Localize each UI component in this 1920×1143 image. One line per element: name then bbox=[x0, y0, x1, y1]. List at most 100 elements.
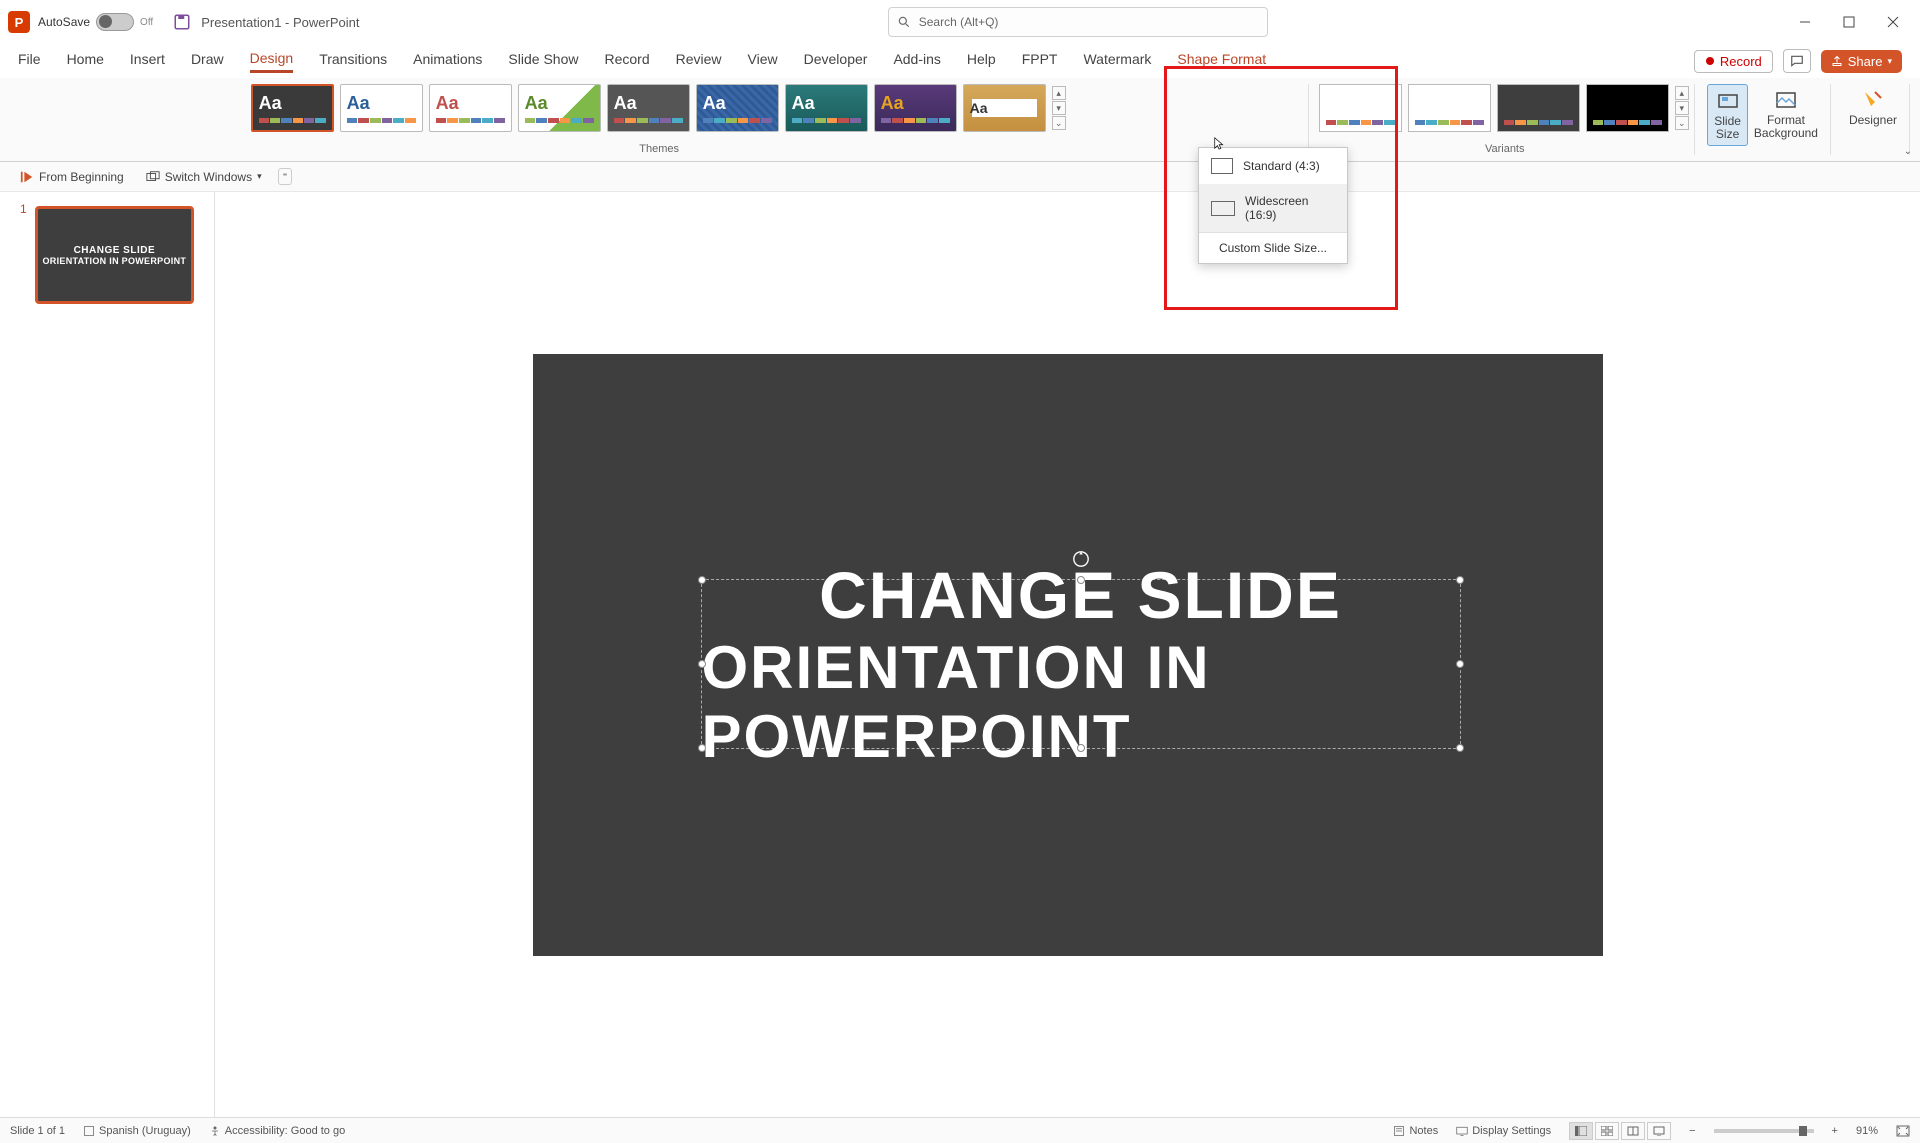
slide-thumbnail-1[interactable]: CHANGE SLIDE ORIENTATION IN POWERPOINT bbox=[35, 206, 194, 304]
slide-size-standard[interactable]: Standard (4:3) bbox=[1199, 148, 1347, 184]
slide-canvas[interactable]: CHANGE SLIDE ORIENTATION IN POWERPOINT bbox=[533, 354, 1603, 956]
slide-counter[interactable]: Slide 1 of 1 bbox=[10, 1125, 65, 1137]
save-icon[interactable] bbox=[173, 13, 191, 31]
search-input[interactable]: Search (Alt+Q) bbox=[888, 7, 1268, 37]
comments-button[interactable] bbox=[1783, 49, 1811, 73]
display-settings-button[interactable]: Display Settings bbox=[1456, 1125, 1551, 1137]
ribbon-collapse-icon[interactable]: ⌄ bbox=[1904, 146, 1912, 157]
tab-draw[interactable]: Draw bbox=[191, 51, 224, 71]
maximize-button[interactable] bbox=[1840, 13, 1858, 31]
record-button[interactable]: Record bbox=[1694, 50, 1773, 73]
tab-animations[interactable]: Animations bbox=[413, 51, 482, 71]
close-button[interactable] bbox=[1884, 13, 1902, 31]
variant-thumb-2[interactable] bbox=[1408, 84, 1491, 132]
tab-slideshow[interactable]: Slide Show bbox=[508, 51, 578, 71]
theme-thumb-office[interactable]: Aa bbox=[340, 84, 423, 132]
theme-thumb-teal[interactable]: Aa bbox=[785, 84, 868, 132]
tab-file[interactable]: File bbox=[18, 51, 41, 71]
tab-help[interactable]: Help bbox=[967, 51, 996, 71]
selection-handle[interactable] bbox=[1077, 744, 1085, 752]
tab-shape-format[interactable]: Shape Format bbox=[1177, 51, 1266, 71]
theme-thumb-green[interactable]: Aa bbox=[518, 84, 601, 132]
variant-thumb-1[interactable] bbox=[1319, 84, 1402, 132]
slide-size-button[interactable]: Slide Size bbox=[1707, 84, 1748, 146]
rotate-handle-icon[interactable] bbox=[1072, 550, 1090, 568]
qat-customize-button[interactable]: ⁼ bbox=[278, 168, 293, 185]
windows-icon bbox=[146, 170, 160, 184]
share-label: Share bbox=[1848, 54, 1883, 69]
variants-gallery-scroll[interactable]: ▴ ▾ ⌄ bbox=[1675, 84, 1691, 132]
accessibility-indicator[interactable]: Accessibility: Good to go bbox=[209, 1125, 345, 1137]
selection-handle[interactable] bbox=[1456, 744, 1464, 752]
autosave-control[interactable]: AutoSave Off bbox=[38, 13, 153, 31]
slide-canvas-area[interactable]: CHANGE SLIDE ORIENTATION IN POWERPOINT bbox=[215, 192, 1920, 1117]
slideshow-view-button[interactable] bbox=[1647, 1122, 1671, 1140]
tab-developer[interactable]: Developer bbox=[804, 51, 868, 71]
theme-thumb-purple[interactable]: Aa bbox=[874, 84, 957, 132]
slide-size-label: Slide Size bbox=[1714, 115, 1741, 141]
chevron-down-icon: ▾ bbox=[257, 171, 262, 182]
thumb-text-line2: ORIENTATION IN POWERPOINT bbox=[43, 256, 187, 266]
slide-size-widescreen-label: Widescreen (16:9) bbox=[1245, 194, 1335, 222]
slide-size-widescreen[interactable]: Widescreen (16:9) bbox=[1199, 184, 1347, 232]
designer-button[interactable]: Designer bbox=[1843, 84, 1903, 131]
zoom-out-button[interactable]: − bbox=[1689, 1125, 1695, 1137]
tab-view[interactable]: View bbox=[748, 51, 778, 71]
format-background-button[interactable]: Format Background bbox=[1748, 84, 1824, 146]
document-title: Presentation1 - PowerPoint bbox=[201, 15, 359, 30]
scroll-up-icon[interactable]: ▴ bbox=[1052, 86, 1066, 100]
themes-gallery-scroll[interactable]: ▴ ▾ ⌄ bbox=[1052, 84, 1068, 132]
notes-button[interactable]: Notes bbox=[1393, 1125, 1438, 1137]
selection-handle[interactable] bbox=[1077, 576, 1085, 584]
tab-addins[interactable]: Add-ins bbox=[893, 51, 940, 71]
slide-size-icon bbox=[1716, 89, 1740, 113]
theme-thumb-current[interactable]: Aa bbox=[251, 84, 334, 132]
share-button[interactable]: Share ▾ bbox=[1821, 50, 1902, 73]
from-beginning-button[interactable]: From Beginning bbox=[14, 167, 130, 187]
play-icon bbox=[20, 170, 34, 184]
quick-access-toolbar: From Beginning Switch Windows ▾ ⁼ bbox=[0, 162, 1920, 192]
zoom-slider[interactable] bbox=[1714, 1129, 1814, 1133]
scroll-down-icon[interactable]: ▾ bbox=[1675, 101, 1689, 115]
gallery-expand-icon[interactable]: ⌄ bbox=[1052, 116, 1066, 130]
tab-transitions[interactable]: Transitions bbox=[319, 51, 387, 71]
tab-record[interactable]: Record bbox=[604, 51, 649, 71]
tab-home[interactable]: Home bbox=[67, 51, 104, 71]
selection-handle[interactable] bbox=[1456, 576, 1464, 584]
zoom-in-button[interactable]: + bbox=[1832, 1125, 1838, 1137]
tab-watermark[interactable]: Watermark bbox=[1083, 51, 1151, 71]
variant-thumb-4[interactable] bbox=[1586, 84, 1669, 132]
selection-handle[interactable] bbox=[698, 660, 706, 668]
fit-to-window-button[interactable] bbox=[1896, 1125, 1910, 1137]
theme-thumb-grey[interactable]: Aa bbox=[607, 84, 690, 132]
variant-thumb-3[interactable] bbox=[1497, 84, 1580, 132]
tab-review[interactable]: Review bbox=[676, 51, 722, 71]
scroll-down-icon[interactable]: ▾ bbox=[1052, 101, 1066, 115]
gallery-expand-icon[interactable]: ⌄ bbox=[1675, 116, 1689, 130]
switch-windows-button[interactable]: Switch Windows ▾ bbox=[140, 167, 268, 187]
display-icon bbox=[1456, 1125, 1468, 1137]
autosave-state: Off bbox=[140, 17, 153, 28]
chevron-down-icon: ⁼ bbox=[283, 171, 288, 182]
theme-thumb-wood[interactable]: Aa bbox=[963, 84, 1046, 132]
selection-handle[interactable] bbox=[1456, 660, 1464, 668]
custom-slide-size[interactable]: Custom Slide Size... bbox=[1199, 233, 1347, 263]
tab-fppt[interactable]: FPPT bbox=[1022, 51, 1058, 71]
autosave-toggle[interactable] bbox=[96, 13, 134, 31]
tab-design[interactable]: Design bbox=[250, 50, 294, 73]
normal-view-button[interactable] bbox=[1569, 1122, 1593, 1140]
search-placeholder: Search (Alt+Q) bbox=[919, 15, 999, 29]
theme-thumb-2[interactable]: Aa bbox=[429, 84, 512, 132]
slide-sorter-view-button[interactable] bbox=[1595, 1122, 1619, 1140]
selection-handle[interactable] bbox=[698, 576, 706, 584]
record-label: Record bbox=[1720, 54, 1762, 69]
language-indicator[interactable]: Spanish (Uruguay) bbox=[83, 1125, 191, 1137]
theme-thumb-blue[interactable]: Aa bbox=[696, 84, 779, 132]
zoom-level[interactable]: 91% bbox=[1856, 1125, 1878, 1137]
reading-view-button[interactable] bbox=[1621, 1122, 1645, 1140]
scroll-up-icon[interactable]: ▴ bbox=[1675, 86, 1689, 100]
selection-handle[interactable] bbox=[698, 744, 706, 752]
tab-insert[interactable]: Insert bbox=[130, 51, 165, 71]
minimize-button[interactable] bbox=[1796, 13, 1814, 31]
title-text-box[interactable]: CHANGE SLIDE ORIENTATION IN POWERPOINT bbox=[701, 579, 1461, 749]
